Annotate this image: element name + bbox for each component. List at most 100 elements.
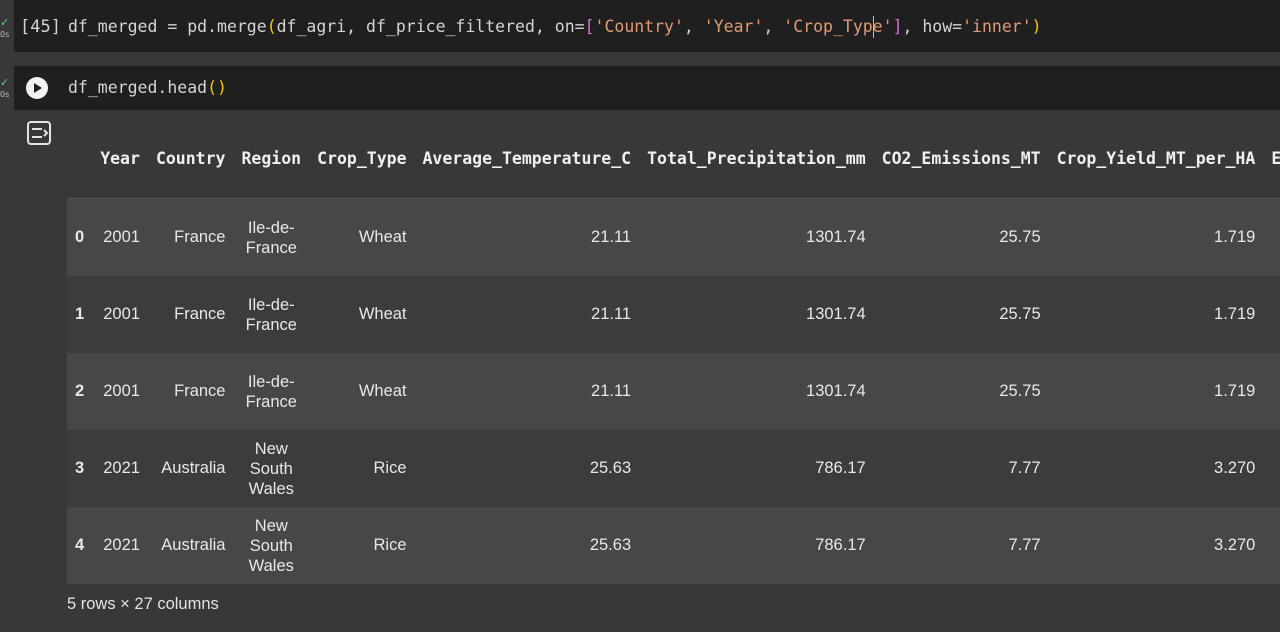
code-token: [ <box>584 17 595 36</box>
table-cell: France <box>147 353 234 430</box>
column-header: Crop_Type <box>309 118 415 199</box>
table-row: 4 2021 Australia New South Wales Rice 25… <box>67 507 1280 584</box>
column-header: Crop_Yield_MT_per_HA <box>1048 118 1264 199</box>
code-token: ( <box>266 17 277 36</box>
table-cell: 25.63 <box>414 430 640 507</box>
column-header: Country <box>147 118 234 199</box>
cell-2-status: ✓ 0s <box>0 76 12 100</box>
table-cell <box>1263 507 1280 584</box>
table-cell: 25.75 <box>873 276 1049 353</box>
code-cell-head[interactable]: df_merged.head() <box>14 66 1280 110</box>
output-actions-icon[interactable] <box>26 120 52 146</box>
table-cell: New South Wales <box>233 430 310 507</box>
run-cell-button[interactable] <box>26 77 48 99</box>
table-cell: 786.17 <box>639 430 874 507</box>
table-cell: 1.719 <box>1048 198 1264 276</box>
table-cell: 21.11 <box>414 276 640 353</box>
table-cell: 25.63 <box>414 507 640 584</box>
table-cell <box>1263 430 1280 507</box>
table-cell <box>1263 198 1280 276</box>
code-token: ] <box>892 17 903 36</box>
table-row: 3 2021 Australia New South Wales Rice 25… <box>67 430 1280 507</box>
code-token: df_merged = pd.merge <box>68 17 267 36</box>
code-token: 'inner' <box>962 17 1032 36</box>
column-header: E <box>1263 118 1280 199</box>
code-token: 'Country' <box>594 17 684 36</box>
table-cell: 1301.74 <box>639 353 874 430</box>
table-cell: 3.270 <box>1048 507 1264 584</box>
table-cell: Ile-de-France <box>233 353 310 430</box>
table-cell: 3.270 <box>1048 430 1264 507</box>
column-header <box>67 118 93 199</box>
table-cell: Australia <box>147 507 234 584</box>
row-index: 3 <box>67 430 93 507</box>
code-cell-merge[interactable]: [45] df_merged = pd.merge(df_agri, df_pr… <box>14 0 1280 52</box>
table-cell: 1.719 <box>1048 276 1264 353</box>
table-cell: France <box>147 198 234 276</box>
table-cell: 1301.74 <box>639 198 874 276</box>
table-cell: 2001 <box>92 198 148 276</box>
check-icon: ✓ <box>0 76 10 89</box>
table-cell: Australia <box>147 430 234 507</box>
cell-1-exec-time: 0s <box>0 30 10 39</box>
table-cell: 25.75 <box>873 353 1049 430</box>
cell-1-status: ✓ 0s <box>0 16 12 40</box>
table-cell: 786.17 <box>639 507 874 584</box>
table-row: 2 2001 France Ile-de-France Wheat 21.11 … <box>67 353 1280 430</box>
execution-count: [45] <box>20 17 61 37</box>
column-header: Total_Precipitation_mm <box>639 118 874 199</box>
table-header-row: Year Country Region Crop_Type Average_Te… <box>67 118 1280 199</box>
table-cell: Wheat <box>309 276 415 353</box>
notebook-page: ✓ 0s ✓ 0s [45] df_merged = pd.merge(df_a… <box>0 0 1280 632</box>
table-cell: 2021 <box>92 507 148 584</box>
text-caret <box>873 16 874 38</box>
table-cell: 21.11 <box>414 353 640 430</box>
table-cell: Rice <box>309 507 415 584</box>
code-editor[interactable]: df_merged = pd.merge(df_agri, df_price_f… <box>68 17 1042 36</box>
dataframe-table: Year Country Region Crop_Type Average_Te… <box>67 118 1280 584</box>
table-cell: Wheat <box>309 353 415 430</box>
column-header: CO2_Emissions_MT <box>873 118 1049 199</box>
code-token: 'Crop_Type' <box>783 17 893 36</box>
table-row: 0 2001 France Ile-de-France Wheat 21.11 … <box>67 198 1280 276</box>
row-index: 4 <box>67 507 93 584</box>
row-index: 2 <box>67 353 93 430</box>
table-cell: 1.719 <box>1048 353 1264 430</box>
dataframe-output: Year Country Region Crop_Type Average_Te… <box>67 118 1280 588</box>
check-icon: ✓ <box>0 16 10 29</box>
code-token: , <box>763 17 784 36</box>
column-header: Average_Temperature_C <box>414 118 640 199</box>
table-cell: Ile-de-France <box>233 276 310 353</box>
code-token: ) <box>1031 17 1042 36</box>
table-cell: 1301.74 <box>639 276 874 353</box>
code-token: 'Year' <box>703 17 764 36</box>
table-cell <box>1263 353 1280 430</box>
column-header: Region <box>233 118 310 199</box>
table-cell: Rice <box>309 430 415 507</box>
table-cell: 2021 <box>92 430 148 507</box>
table-cell <box>1263 276 1280 353</box>
table-cell: New South Wales <box>233 507 310 584</box>
code-token: df_merged.head <box>68 78 208 97</box>
table-cell: France <box>147 276 234 353</box>
dataframe-shape-summary: 5 rows × 27 columns <box>67 595 219 613</box>
table-cell: 2001 <box>92 353 148 430</box>
table-cell: Ile-de-France <box>233 198 310 276</box>
code-token: , <box>683 17 704 36</box>
table-cell: 7.77 <box>873 430 1049 507</box>
code-token: ) <box>217 78 227 97</box>
column-header: Year <box>92 118 148 199</box>
table-cell: 25.75 <box>873 198 1049 276</box>
row-index: 1 <box>67 276 93 353</box>
table-cell: 21.11 <box>414 198 640 276</box>
table-cell: 7.77 <box>873 507 1049 584</box>
row-index: 0 <box>67 198 93 276</box>
cell-2-exec-time: 0s <box>0 90 10 99</box>
code-editor[interactable]: df_merged.head() <box>68 78 227 97</box>
table-cell: Wheat <box>309 198 415 276</box>
code-token: , how= <box>902 17 963 36</box>
code-token: df_agri, df_price_filtered, on= <box>276 17 585 36</box>
table-row: 1 2001 France Ile-de-France Wheat 21.11 … <box>67 276 1280 353</box>
table-cell: 2001 <box>92 276 148 353</box>
code-token: ( <box>207 78 218 97</box>
